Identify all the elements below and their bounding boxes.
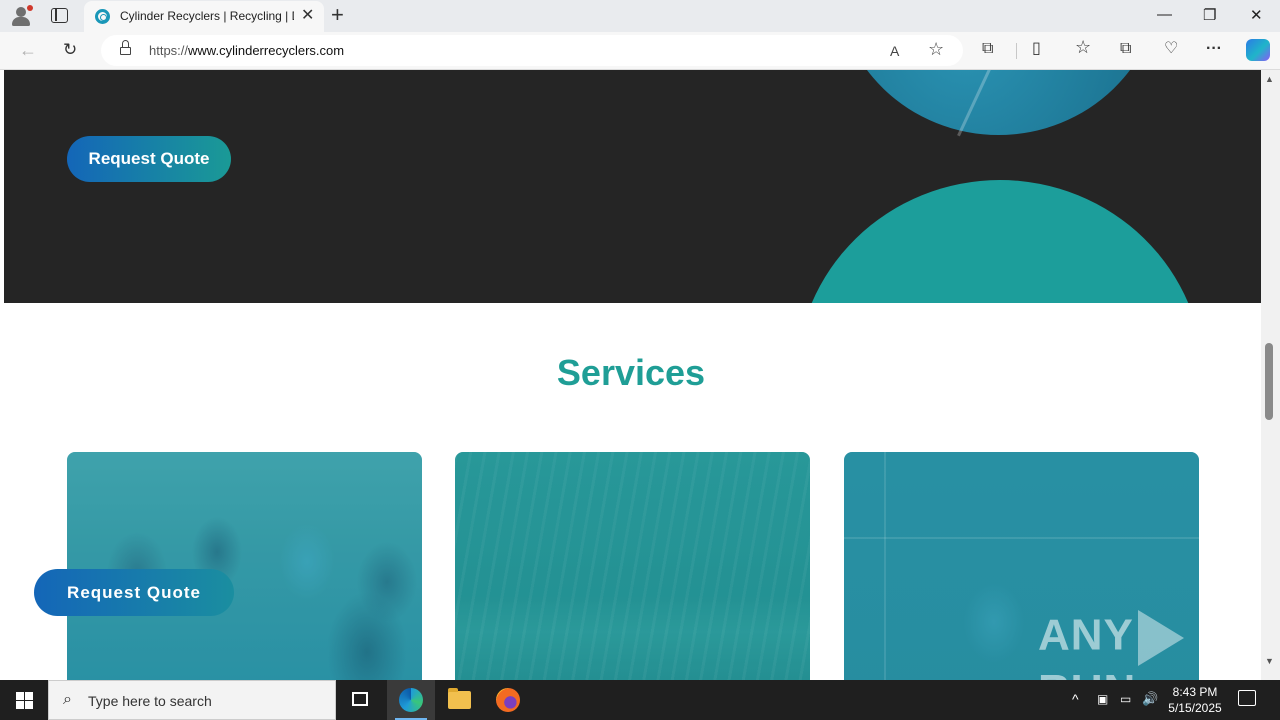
task-view-button[interactable] bbox=[336, 680, 384, 720]
browser-tab-bar: Cylinder Recyclers | Recycling | D ✕ + —… bbox=[0, 0, 1280, 32]
services-heading: Services bbox=[556, 352, 706, 393]
address-bar[interactable]: https://www.cylinderrecyclers.com A ☆ bbox=[101, 35, 963, 66]
windows-taskbar: ⌕ Type here to search ^ ▣ ▭ 🔊 8:43 PM 5/… bbox=[0, 680, 1280, 720]
site-favicon-icon bbox=[95, 9, 110, 24]
hero-section: Request Quote bbox=[4, 70, 1261, 303]
browser-tab[interactable]: Cylinder Recyclers | Recycling | D ✕ bbox=[84, 1, 324, 32]
url-text[interactable]: https://www.cylinderrecyclers.com bbox=[149, 43, 344, 58]
profile-icon[interactable] bbox=[10, 5, 33, 27]
speaker-icon[interactable]: 🔊 bbox=[1142, 691, 1158, 707]
browser-toolbar: ← ↻ https://www.cylinderrecyclers.com A … bbox=[0, 32, 1280, 70]
new-tab-button[interactable]: + bbox=[331, 3, 344, 27]
notification-icon[interactable] bbox=[1238, 690, 1256, 706]
service-card[interactable] bbox=[67, 452, 422, 680]
close-window-button[interactable]: ✕ bbox=[1250, 6, 1263, 24]
favorite-star-icon[interactable]: ☆ bbox=[928, 39, 944, 60]
split-screen-icon[interactable]: ▯ bbox=[1032, 40, 1041, 58]
clock-date: 5/15/2025 bbox=[1168, 701, 1222, 715]
tray-chevron-icon[interactable]: ^ bbox=[1072, 691, 1079, 707]
firefox-button[interactable] bbox=[484, 680, 532, 720]
copilot-icon[interactable] bbox=[1246, 39, 1270, 61]
file-explorer-button[interactable] bbox=[436, 680, 484, 720]
taskbar-search-box[interactable]: ⌕ Type here to search bbox=[48, 680, 336, 720]
edge-taskbar-button[interactable] bbox=[387, 680, 435, 720]
play-icon bbox=[1137, 610, 1184, 666]
request-quote-button[interactable]: Request Quote bbox=[67, 136, 231, 182]
minimize-button[interactable]: — bbox=[1157, 6, 1172, 23]
anyrun-watermark: ANYRUN bbox=[1038, 610, 1280, 680]
floating-request-quote-button[interactable]: Request Quote bbox=[34, 569, 234, 616]
folder-icon bbox=[448, 688, 471, 709]
hero-decorative-circle bbox=[796, 180, 1204, 303]
service-card[interactable] bbox=[455, 452, 810, 680]
tray-device-icon[interactable]: ▣ bbox=[1097, 692, 1108, 706]
network-icon[interactable]: ▭ bbox=[1120, 692, 1131, 706]
search-placeholder: Type here to search bbox=[88, 693, 212, 709]
web-page: Request Quote Services Request Quote ANY… bbox=[0, 70, 1280, 680]
back-button[interactable]: ← bbox=[19, 40, 37, 60]
windows-start-icon[interactable] bbox=[16, 692, 33, 709]
favorites-icon[interactable]: ☆ bbox=[1075, 38, 1091, 56]
scrollbar-thumb[interactable] bbox=[1265, 343, 1273, 420]
collections-icon[interactable]: ⧉ bbox=[1120, 40, 1131, 58]
system-clock[interactable]: 8:43 PM 5/15/2025 bbox=[1160, 684, 1230, 716]
performance-icon[interactable]: ♡ bbox=[1164, 40, 1178, 58]
hero-image-circle bbox=[836, 70, 1161, 135]
read-aloud-icon[interactable]: A bbox=[890, 43, 899, 59]
clock-time: 8:43 PM bbox=[1172, 685, 1218, 699]
extensions-icon[interactable]: ⧉ bbox=[982, 40, 993, 58]
firefox-icon bbox=[496, 688, 520, 712]
scroll-up-arrow-icon[interactable]: ▲ bbox=[1265, 74, 1274, 84]
page-scrollbar[interactable]: ▲ ▼ bbox=[1261, 70, 1280, 680]
tab-title: Cylinder Recyclers | Recycling | D bbox=[120, 9, 294, 23]
restore-button[interactable]: ❐ bbox=[1203, 6, 1216, 24]
scroll-down-arrow-icon[interactable]: ▼ bbox=[1265, 656, 1274, 666]
search-icon: ⌕ bbox=[63, 691, 72, 708]
reload-button[interactable]: ↻ bbox=[63, 40, 77, 60]
toolbar-divider bbox=[1016, 43, 1017, 59]
more-options-icon[interactable]: ··· bbox=[1206, 40, 1222, 58]
tab-actions-icon[interactable] bbox=[51, 8, 68, 23]
edge-icon bbox=[399, 688, 423, 712]
lock-icon[interactable] bbox=[120, 40, 131, 56]
task-view-icon bbox=[352, 692, 368, 706]
tab-close-icon[interactable]: ✕ bbox=[301, 7, 314, 25]
